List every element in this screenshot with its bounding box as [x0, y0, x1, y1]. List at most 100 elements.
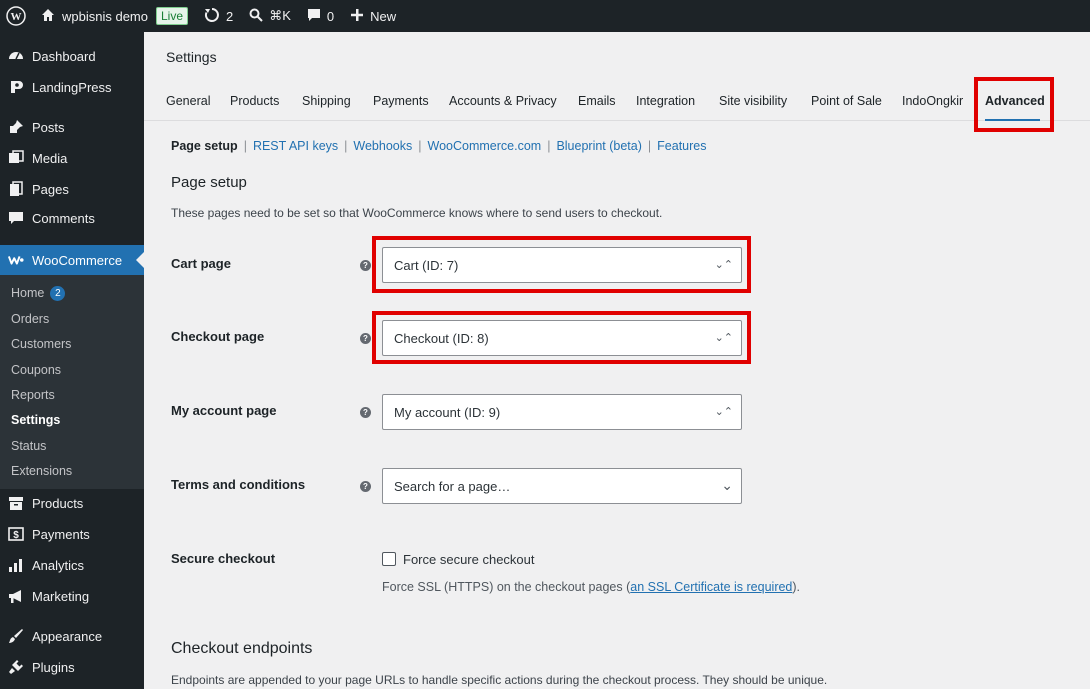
page-title: Settings — [166, 49, 217, 65]
settings-header: Settings General Products Shipping Payme… — [144, 32, 1090, 121]
ssl-desc-suffix: ). — [792, 580, 801, 594]
admin-bar: W wpbisnis demo Live 2 ⌘K 0 New — [0, 0, 1090, 32]
brush-icon — [8, 628, 24, 644]
sidebar-item-landingpress[interactable]: LandingPress — [0, 72, 144, 102]
subnav-page-setup[interactable]: Page setup — [171, 139, 238, 153]
help-icon[interactable]: ? — [360, 333, 371, 344]
submenu-item-settings[interactable]: Settings — [11, 410, 60, 430]
sidebar-item-label: Products — [32, 495, 84, 511]
select-arrows-icon: ⌄⌃ — [714, 259, 733, 271]
page-setup-description: These pages need to be set so that WooCo… — [171, 206, 663, 220]
sidebar-item-appearance[interactable]: Appearance — [0, 621, 144, 651]
sidebar-item-label: Media — [32, 150, 68, 166]
help-icon[interactable]: ? — [360, 481, 371, 492]
sidebar-item-woocommerce[interactable]: WooCommerce — [0, 245, 144, 275]
subnav-separator: | — [647, 139, 652, 153]
svg-text:W: W — [11, 11, 22, 23]
checkout-page-label: Checkout page — [171, 329, 265, 344]
subsection-nav: Page setup | REST API keys | Webhooks | WooCom… — [171, 139, 707, 153]
sidebar-item-label: Analytics — [32, 557, 85, 573]
submenu-item-customers[interactable]: Customers — [11, 334, 71, 354]
site-name-link[interactable]: wpbisnis demo Live — [32, 0, 196, 32]
search-icon — [249, 8, 263, 25]
tab-point-of-sale[interactable]: Point of Sale — [811, 94, 882, 108]
tab-indoongkir[interactable]: IndoOngkir — [902, 94, 963, 108]
my-account-page-select[interactable]: My account (ID: 9) ⌄⌃ — [382, 394, 742, 430]
tab-site-visibility[interactable]: Site visibility — [719, 94, 787, 108]
tab-advanced[interactable]: Advanced — [985, 94, 1045, 108]
pages-icon — [8, 181, 24, 197]
force-secure-checkout-checkbox[interactable] — [382, 552, 396, 566]
terms-page-label: Terms and conditions — [171, 477, 306, 492]
submenu-label: Reports — [11, 388, 55, 402]
submenu-item-home[interactable]: Home 2 — [11, 283, 66, 303]
checkout-page-select[interactable]: Checkout (ID: 8) ⌄⌃ — [382, 320, 742, 356]
tab-products[interactable]: Products — [230, 94, 279, 108]
force-secure-checkout-label: Force secure checkout — [403, 552, 535, 567]
my-account-page-value: My account (ID: 9) — [394, 404, 501, 420]
help-icon[interactable]: ? — [360, 407, 371, 418]
submenu-item-reports[interactable]: Reports — [11, 385, 55, 405]
sidebar-item-dashboard[interactable]: Dashboard — [0, 41, 144, 71]
submenu-item-status[interactable]: Status — [11, 436, 46, 456]
submenu-label: Settings — [11, 413, 61, 427]
search-command[interactable]: ⌘K — [241, 0, 299, 32]
sidebar-item-payments[interactable]: $ Payments — [0, 519, 144, 549]
comments-count: 0 — [326, 8, 335, 24]
media-icon — [8, 150, 24, 166]
ssl-certificate-link[interactable]: an SSL Certificate is required — [630, 580, 792, 594]
wordpress-logo-icon[interactable]: W — [0, 0, 32, 32]
tab-shipping[interactable]: Shipping — [302, 94, 351, 108]
updates-icon — [204, 7, 220, 26]
tab-accounts-privacy[interactable]: Accounts & Privacy — [449, 94, 557, 108]
sidebar-item-label: Appearance — [32, 628, 103, 644]
subnav-blueprint[interactable]: Blueprint (beta) — [556, 139, 641, 153]
cart-page-label: Cart page — [171, 256, 231, 271]
select-arrows-icon: ⌄⌃ — [714, 332, 733, 344]
sidebar-item-posts[interactable]: Posts — [0, 112, 144, 142]
comment-bubble-icon — [307, 8, 321, 25]
sidebar-item-marketing[interactable]: Marketing — [0, 581, 144, 611]
secure-checkout-label: Secure checkout — [171, 551, 276, 566]
updates-link[interactable]: 2 — [196, 0, 241, 32]
live-badge: Live — [156, 7, 189, 25]
sidebar-item-analytics[interactable]: Analytics — [0, 550, 144, 580]
sidebar-item-label: Dashboard — [32, 48, 96, 64]
subnav-woocommerce-com[interactable]: WooCommerce.com — [428, 139, 542, 153]
ssl-description: Force SSL (HTTPS) on the checkout pages … — [382, 580, 800, 594]
sidebar-item-label: Posts — [32, 119, 65, 135]
submenu-item-orders[interactable]: Orders — [11, 309, 49, 329]
sidebar-item-label: Comments — [32, 210, 95, 226]
cart-page-select[interactable]: Cart (ID: 7) ⌄⌃ — [382, 247, 742, 283]
subnav-features[interactable]: Features — [657, 139, 706, 153]
submenu-label: Coupons — [11, 363, 62, 377]
landingpress-icon — [8, 79, 24, 95]
new-content-link[interactable]: New — [342, 0, 404, 32]
sidebar-item-media[interactable]: Media — [0, 143, 144, 173]
sidebar-item-label: Marketing — [32, 588, 90, 604]
submenu-item-extensions[interactable]: Extensions — [11, 461, 72, 481]
subnav-webhooks[interactable]: Webhooks — [353, 139, 412, 153]
subnav-separator: | — [418, 139, 422, 153]
subnav-rest-api-keys[interactable]: REST API keys — [253, 139, 338, 153]
submenu-item-coupons[interactable]: Coupons — [11, 360, 61, 380]
tab-payments[interactable]: Payments — [373, 94, 429, 108]
sidebar-item-plugins[interactable]: Plugins — [0, 652, 144, 682]
sidebar-item-products[interactable]: Products — [0, 488, 144, 518]
checkout-endpoints-heading: Checkout endpoints — [171, 640, 313, 657]
sidebar-item-pages[interactable]: Pages — [0, 174, 144, 204]
sidebar-item-comments[interactable]: Comments — [0, 203, 144, 233]
admin-sidebar: Dashboard LandingPress Posts Media Pages… — [0, 32, 144, 689]
chevron-down-icon: ⌄ — [721, 477, 733, 493]
tab-general[interactable]: General — [166, 94, 210, 108]
help-icon[interactable]: ? — [360, 260, 371, 271]
plus-icon — [350, 8, 364, 25]
tab-integration[interactable]: Integration — [636, 94, 695, 108]
comments-link[interactable]: 0 — [299, 0, 342, 32]
terms-page-select[interactable]: Search for a page… ⌄ — [382, 468, 742, 504]
terms-page-placeholder: Search for a page… — [394, 478, 511, 494]
tab-emails[interactable]: Emails — [578, 94, 616, 108]
woocommerce-icon — [8, 252, 24, 268]
payments-icon: $ — [8, 526, 24, 542]
svg-text:$: $ — [13, 530, 19, 541]
